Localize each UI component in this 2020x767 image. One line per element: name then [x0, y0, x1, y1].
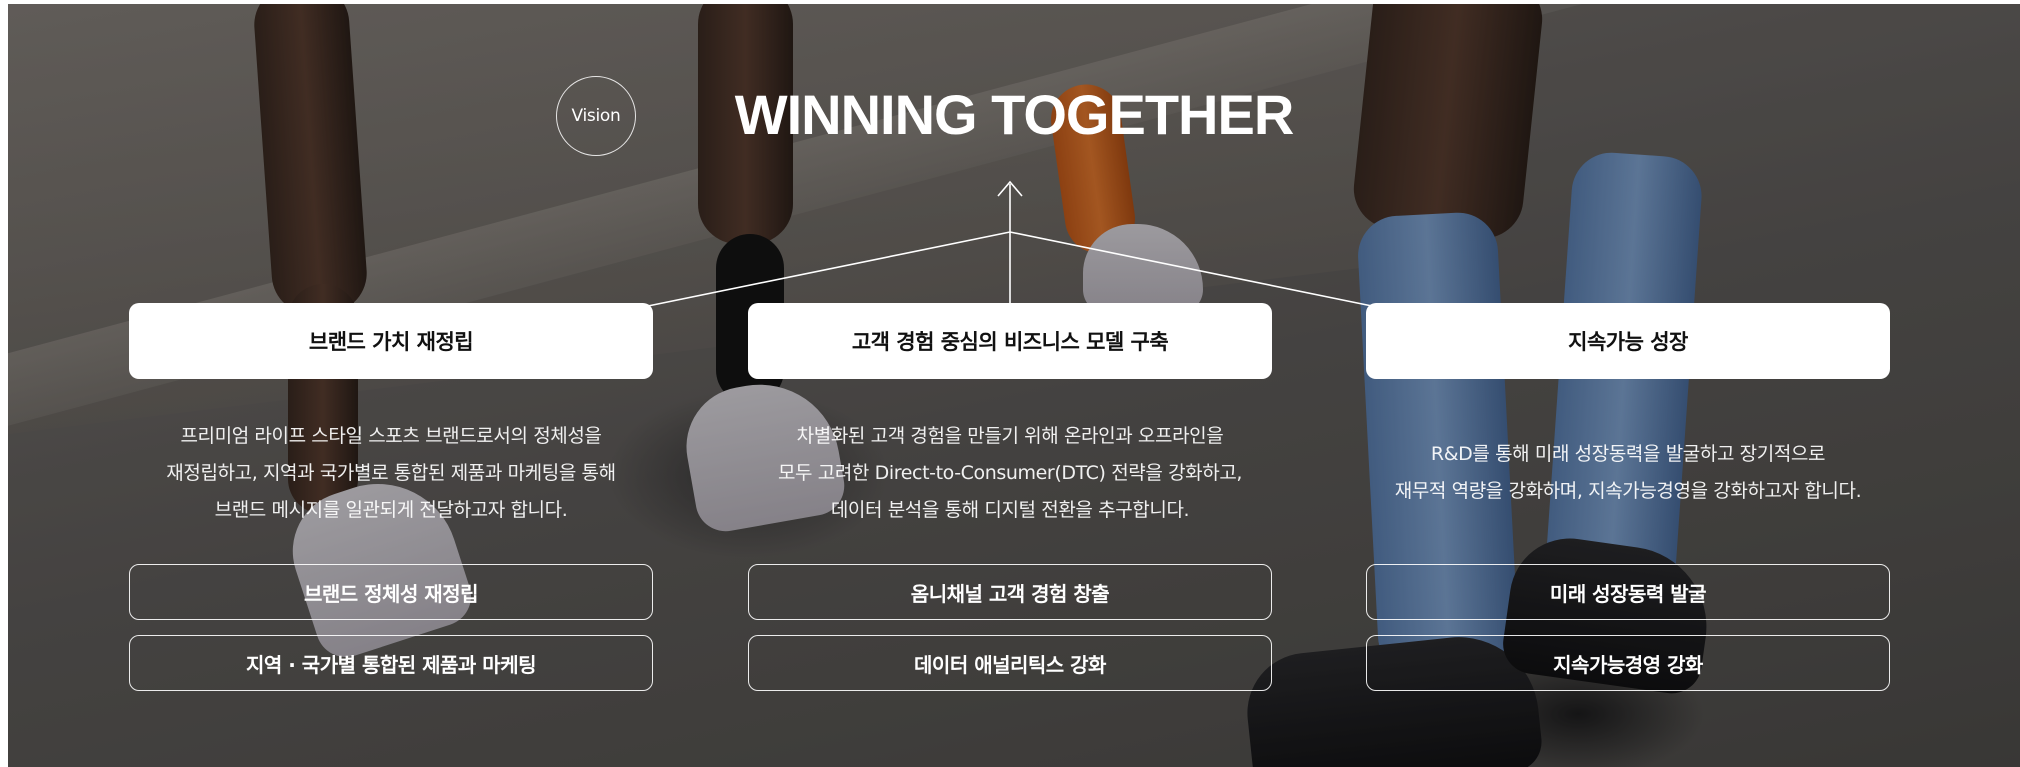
pillar-tag-sustainability: 지속가능경영 강화	[1366, 635, 1890, 691]
pillar-tag-growth-engine: 미래 성장동력 발굴	[1366, 564, 1890, 620]
pillar-description-sustainable-growth: R&D를 통해 미래 성장동력을 발굴하고 장기적으로 재무적 역량을 강화하며…	[1394, 443, 1862, 502]
pillar-tag-omnichannel: 옴니채널 고객 경험 창출	[748, 564, 1272, 620]
pillar-title-customer-experience: 고객 경험 중심의 비즈니스 모델 구축	[748, 303, 1272, 379]
pillar-tag-brand-identity: 브랜드 정체성 재정립	[129, 564, 653, 620]
pillar-description-brand-value: 프리미엄 라이프 스타일 스포츠 브랜드로서의 정체성을 재정립하고, 지역과 …	[166, 425, 616, 521]
page-title: WINNING TOGETHER	[734, 83, 1295, 146]
connector-left	[647, 231, 1011, 307]
vision-section: Vision WINNING TOGETHER 브랜드 가치 재정립 프리미엄 …	[8, 4, 2020, 767]
pillar-tag-data-analytics: 데이터 애널리틱스 강화	[748, 635, 1272, 691]
pillar-description-customer-experience: 차별화된 고객 경험을 만들기 위해 온라인과 오프라인을 모두 고려한 Dir…	[777, 425, 1243, 521]
pillar-tag-regional-marketing: 지역 · 국가별 통합된 제품과 마케팅	[129, 635, 653, 691]
connector-right	[1009, 231, 1373, 307]
pillar-title-brand-value: 브랜드 가치 재정립	[129, 303, 653, 379]
pillar-title-sustainable-growth: 지속가능 성장	[1366, 303, 1890, 379]
